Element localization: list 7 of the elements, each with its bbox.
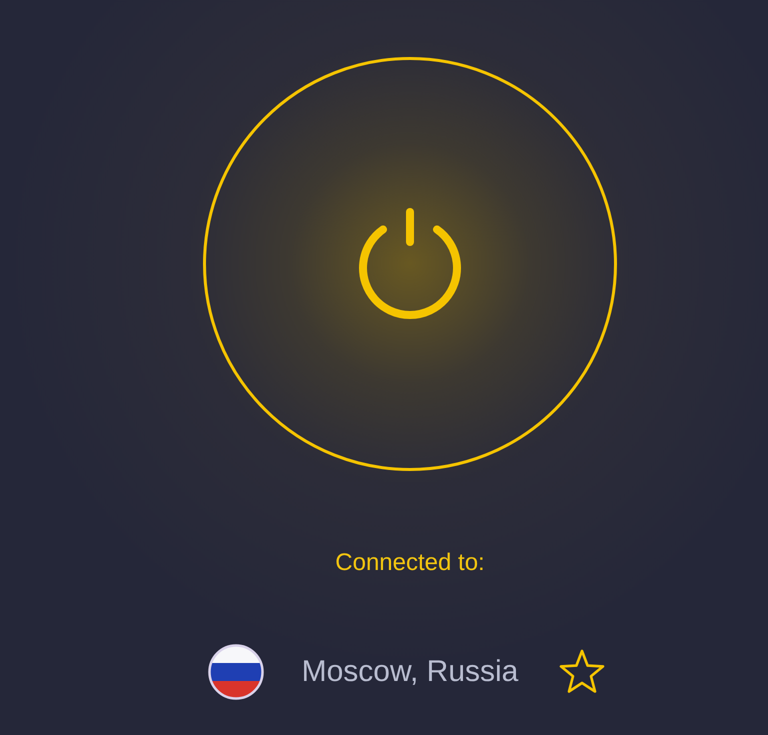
location-name: Moscow, Russia: [302, 654, 518, 690]
power-button[interactable]: [203, 57, 617, 471]
favorite-button[interactable]: [558, 648, 606, 696]
power-icon: [358, 208, 462, 320]
status-label: Connected to:: [335, 549, 485, 577]
russia-flag-icon: [208, 644, 264, 700]
star-icon: [558, 648, 606, 696]
